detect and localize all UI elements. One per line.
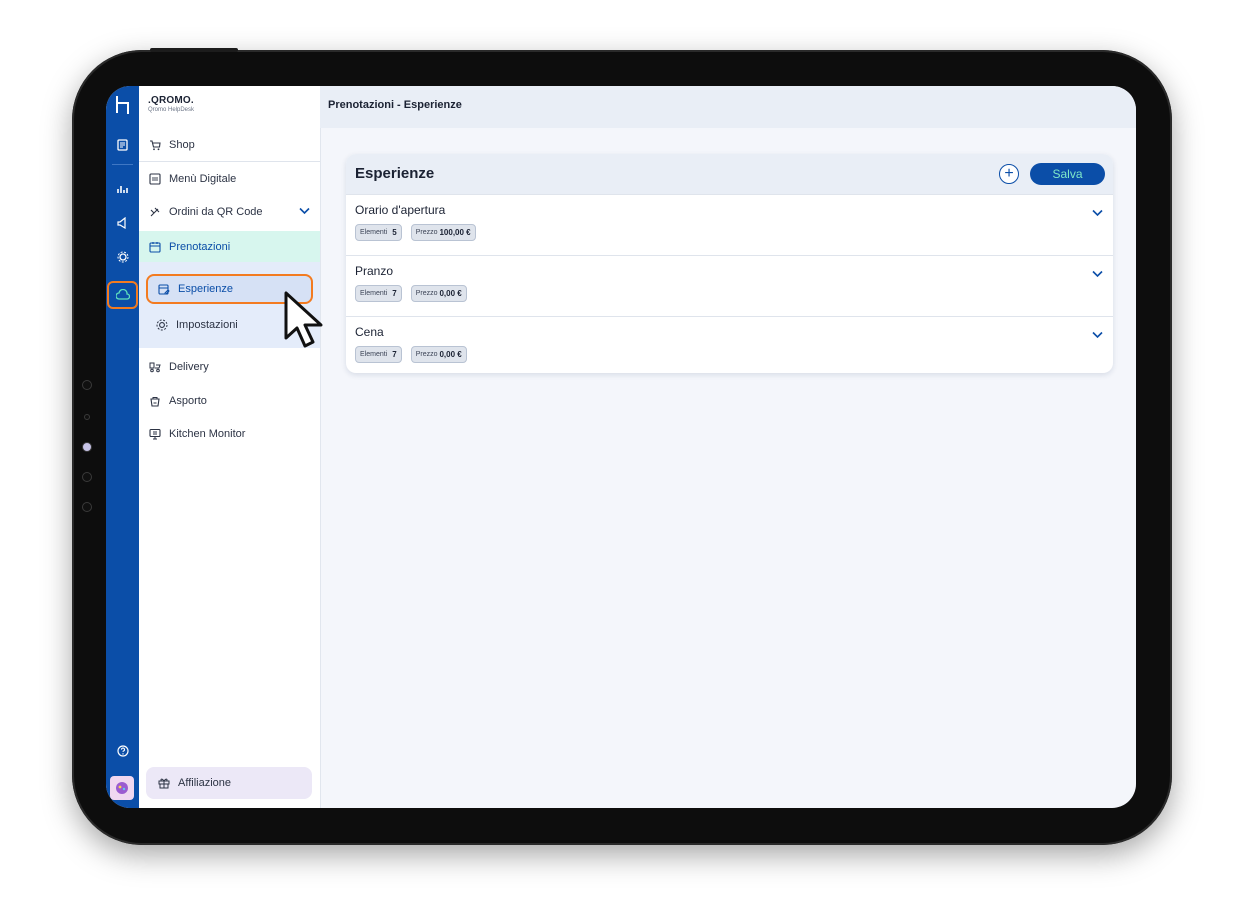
affiliation-label: Affiliazione	[178, 777, 231, 789]
list-item[interactable]: Pranzo Elementi 7 Prezzo 0,00 €	[346, 255, 1113, 316]
monitor-icon	[149, 428, 161, 440]
cart-icon	[149, 139, 161, 151]
badge-value: 7	[392, 350, 397, 359]
document-icon[interactable]	[106, 134, 139, 156]
takeaway-bag-icon	[149, 395, 161, 407]
delivery-icon	[149, 361, 161, 373]
sidebar-item-label: Ordini da QR Code	[169, 206, 263, 218]
elements-badge: Elementi 5	[355, 224, 402, 241]
cloud-sync-icon[interactable]	[106, 284, 139, 306]
sidebar-subitem-label: Esperienze	[178, 283, 234, 295]
card-header: Esperienze + Salva	[346, 154, 1113, 194]
sidebar-item-asporto[interactable]: Asporto	[139, 387, 320, 415]
tablet-side-dot	[82, 472, 92, 482]
logo-icon[interactable]	[106, 90, 139, 120]
badge-value: 5	[392, 228, 397, 237]
sidebar-item-ordini-qr[interactable]: Ordini da QR Code	[139, 198, 320, 226]
bar-chart-icon[interactable]	[106, 177, 139, 199]
badge-label: Prezzo	[415, 229, 438, 236]
sidebar-subitem-label: Impostazioni	[176, 319, 238, 331]
elements-badge: Elementi 7	[355, 285, 402, 302]
price-badge: Prezzo 0,00 €	[410, 346, 467, 363]
badge-label: Elementi	[360, 229, 388, 236]
page-title: Prenotazioni - Esperienze	[328, 99, 462, 111]
brand: .QROMO. Qromo HelpDesk	[148, 95, 194, 113]
chevron-down-icon[interactable]	[1092, 265, 1103, 283]
chevron-down-icon[interactable]	[299, 206, 310, 218]
menu-book-icon	[149, 173, 161, 185]
badge-value: 0,00 €	[439, 289, 462, 298]
help-icon[interactable]	[106, 740, 139, 762]
gear-icon	[156, 319, 168, 331]
sidebar-item-label: Prenotazioni	[169, 240, 231, 253]
list-item[interactable]: Cena Elementi 7 Prezzo 0,00 €	[346, 316, 1113, 373]
chevron-down-icon[interactable]	[1092, 204, 1103, 222]
badge-value: 0,00 €	[439, 350, 462, 359]
sidebar-item-menu-digitale[interactable]: Menù Digitale	[139, 165, 320, 193]
qr-order-icon	[149, 206, 161, 218]
sidebar-item-label: Menù Digitale	[169, 173, 237, 185]
avatar[interactable]	[110, 776, 134, 800]
brand-name: .QROMO.	[148, 95, 194, 106]
sidebar-item-label: Asporto	[169, 395, 207, 407]
sidebar-item-kitchen-monitor[interactable]: Kitchen Monitor	[139, 420, 320, 448]
price-badge: Prezzo 0,00 €	[410, 285, 467, 302]
badge-label: Prezzo	[415, 290, 438, 297]
esperienze-card: Esperienze + Salva Orario d'apertura Ele…	[346, 154, 1113, 373]
chevron-down-icon[interactable]	[1092, 326, 1103, 344]
list-item[interactable]: Orario d'apertura Elementi 5 Prezzo 100,…	[346, 194, 1113, 255]
icon-rail	[106, 86, 139, 808]
tablet-side-dot	[84, 414, 90, 420]
tablet-side-dot	[82, 380, 92, 390]
calendar-icon	[149, 241, 161, 253]
card-title: Esperienze	[355, 165, 435, 182]
badge-value: 100,00 €	[439, 228, 471, 237]
sidebar-item-label: Delivery	[169, 361, 209, 373]
rail-divider	[112, 164, 133, 165]
sidebar-item-delivery[interactable]: Delivery	[139, 353, 320, 381]
edit-calendar-icon	[158, 283, 170, 295]
divider	[139, 161, 320, 162]
brand-subtitle: Qromo HelpDesk	[148, 107, 195, 113]
mouse-pointer-icon	[283, 290, 327, 355]
megaphone-icon[interactable]	[106, 212, 139, 234]
experience-name: Pranzo	[355, 264, 394, 278]
badge-label: Prezzo	[415, 351, 438, 358]
experience-name: Cena	[355, 325, 384, 339]
affiliation-button[interactable]: Affiliazione	[146, 767, 312, 799]
elements-badge: Elementi 7	[355, 346, 402, 363]
save-button[interactable]: Salva	[1030, 163, 1105, 185]
tablet-side-dot	[82, 502, 92, 512]
sidebar: .QROMO. Qromo HelpDesk Shop Menù Digital…	[139, 86, 321, 808]
header-bar: Prenotazioni - Esperienze	[320, 86, 1136, 128]
experience-name: Orario d'apertura	[355, 203, 446, 217]
settings-icon[interactable]	[106, 246, 139, 268]
tablet-top-button	[150, 48, 238, 52]
badge-label: Elementi	[360, 290, 388, 297]
sidebar-item-label: Shop	[169, 139, 195, 151]
camera-icon	[82, 442, 92, 452]
gift-icon	[158, 777, 170, 789]
price-badge: Prezzo 100,00 €	[410, 224, 476, 241]
badge-value: 7	[392, 289, 397, 298]
sidebar-item-shop[interactable]: Shop	[139, 131, 320, 159]
badge-label: Elementi	[360, 351, 388, 358]
app-screen: .QROMO. Qromo HelpDesk Shop Menù Digital…	[106, 86, 1136, 808]
sidebar-item-label: Kitchen Monitor	[169, 428, 246, 440]
add-button[interactable]: +	[999, 164, 1019, 184]
sidebar-item-prenotazioni[interactable]: Prenotazioni	[139, 231, 320, 262]
